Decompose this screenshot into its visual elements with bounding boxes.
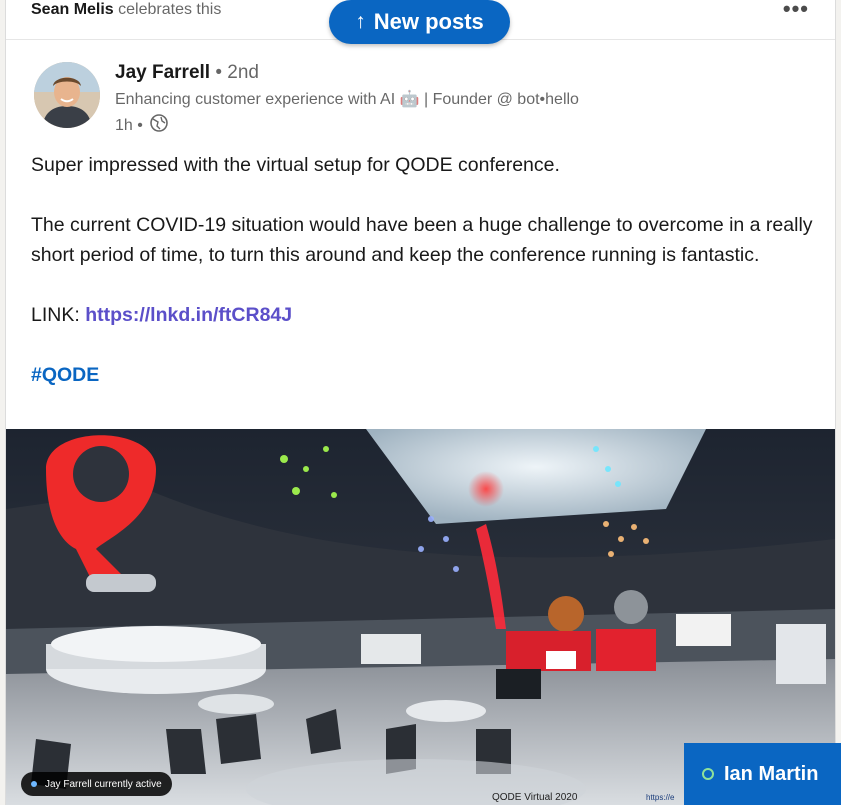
chat-contact-name: Ian Martin: [724, 762, 819, 785]
author-headline: Enhancing customer experience with AI 🤖 …: [115, 91, 579, 108]
social-action: celebrates this: [118, 1, 222, 18]
active-status-text: Jay Farrell currently active: [45, 778, 162, 790]
new-posts-button[interactable]: ↑ New posts: [329, 0, 510, 44]
link-prefix: LINK:: [31, 304, 86, 326]
active-status-badge: Jay Farrell currently active: [21, 772, 172, 796]
feed-post-card: Sean Melis celebrates this ••• Jay Farre…: [5, 0, 836, 805]
globe-icon: [149, 113, 169, 138]
hashtag-qode[interactable]: #QODE: [31, 364, 99, 386]
post-timestamp: 1h •: [115, 113, 169, 138]
connection-degree: • 2nd: [215, 62, 259, 83]
online-status-icon: [702, 768, 714, 780]
more-options-button[interactable]: •••: [783, 0, 809, 20]
author-name[interactable]: Jay Farrell: [115, 62, 210, 83]
post-line-1: Super impressed with the virtual setup f…: [31, 154, 560, 176]
post-link-line: LINK: https://lnkd.in/ftCR84J: [31, 300, 821, 330]
active-dot-icon: [31, 781, 37, 787]
messaging-chat-tab[interactable]: Ian Martin: [684, 743, 841, 805]
arrow-up-icon: ↑: [355, 10, 366, 33]
social-activity-text: Sean Melis celebrates this: [31, 0, 221, 20]
post-link[interactable]: https://lnkd.in/ftCR84J: [85, 304, 292, 326]
new-posts-label: New posts: [373, 9, 484, 34]
image-caption-url: https://e: [646, 793, 675, 802]
image-caption: QODE Virtual 2020: [492, 792, 578, 803]
author-avatar[interactable]: [34, 62, 100, 128]
author-name-line: Jay Farrell • 2nd: [115, 62, 259, 84]
social-actor-link[interactable]: Sean Melis: [31, 1, 114, 18]
post-time: 1h •: [115, 116, 143, 134]
post-paragraph-2: The current COVID-19 situation would hav…: [31, 214, 813, 266]
post-text: Super impressed with the virtual setup f…: [31, 150, 821, 390]
